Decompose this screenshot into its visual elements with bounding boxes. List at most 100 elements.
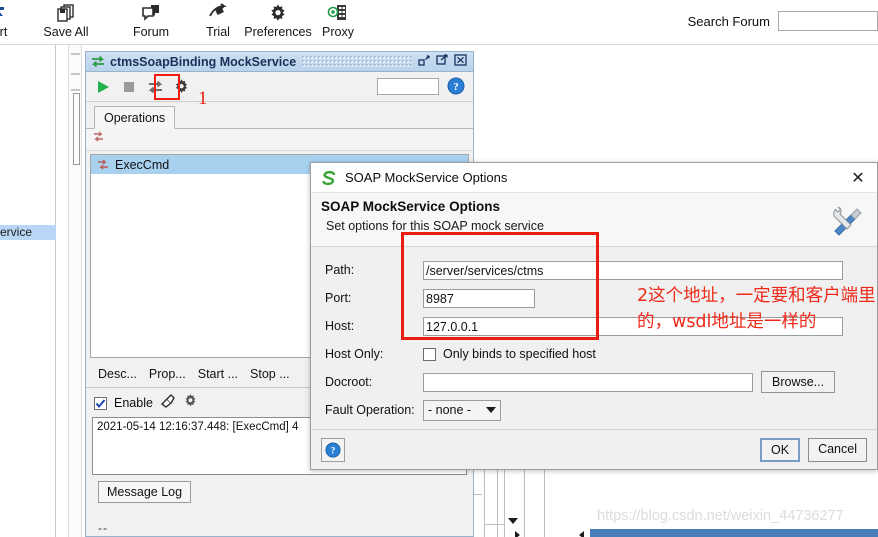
bg-selected-strip — [590, 529, 878, 537]
banner-title: SOAP MockService Options — [321, 199, 501, 214]
bg-hairline — [484, 470, 485, 537]
toolbar-label-save-all: Save All — [43, 25, 89, 39]
stop-button[interactable]: Stop ... — [250, 367, 290, 381]
gear-icon — [268, 2, 288, 24]
maximize-icon[interactable] — [436, 54, 449, 69]
dialog-banner: SOAP MockService Options Set options for… — [311, 193, 877, 247]
port-input[interactable]: 8987 — [423, 288, 535, 308]
toolbar-label-proxy: Proxy — [322, 25, 354, 39]
scroll-tick — [71, 73, 80, 75]
start-button[interactable]: Start ... — [198, 367, 238, 381]
field-row-port: Port: 8987 — [325, 285, 863, 311]
proxy-icon — [327, 2, 349, 24]
bg-hairline — [484, 524, 504, 525]
help-icon[interactable]: ? — [321, 437, 345, 462]
path-input[interactable]: /server/services/ctms — [423, 260, 843, 280]
docroot-input[interactable] — [423, 372, 753, 392]
log-settings-gear-icon[interactable] — [183, 393, 198, 413]
navigator-selected-item[interactable]: ckService — [0, 225, 56, 240]
toolbar-button-forum[interactable]: Forum — [113, 2, 189, 42]
main-toolbar: ort Save All Forum — [0, 0, 878, 44]
navigator-scrollbar[interactable] — [68, 45, 82, 537]
dialog-footer: ? OK Cancel — [311, 429, 877, 469]
annotation-callout-1: 1 — [198, 88, 208, 109]
toolbar-button-save-all[interactable]: Save All — [28, 2, 104, 42]
docroot-label: Docroot: — [325, 375, 373, 389]
watermark: https://blog.csdn.net/weixin_44736277 — [597, 508, 844, 524]
tab-operations-label: Operations — [104, 110, 166, 125]
mockservice-title-bar[interactable]: ctmsSoapBinding MockService — [86, 52, 473, 72]
svg-text:?: ? — [331, 445, 336, 456]
fault-operation-label: Fault Operation: — [325, 403, 415, 417]
operation-label: ExecCmd — [115, 157, 170, 172]
scroll-down-arrow-icon[interactable] — [508, 518, 518, 524]
operations-toolbar — [86, 129, 473, 151]
port-label: Port: — [325, 291, 352, 305]
tools-icon — [827, 201, 865, 239]
toolbar-label-import: ort — [0, 25, 8, 39]
scroll-right-arrow-icon[interactable] — [515, 531, 520, 537]
field-row-docroot: Docroot: Browse... — [325, 369, 863, 395]
tab-message-log[interactable]: Message Log — [98, 481, 192, 503]
mockservice-toolbar: ? — [86, 72, 473, 102]
bg-hairline — [497, 470, 498, 537]
chevron-down-icon — [486, 407, 496, 413]
dialog-body: Path: /server/services/ctms Port: 8987 H… — [311, 247, 877, 429]
cancel-button[interactable]: Cancel — [808, 437, 867, 462]
prop-button[interactable]: Prop... — [149, 367, 186, 381]
window-controls — [418, 54, 467, 69]
ok-button[interactable]: OK — [760, 437, 801, 462]
fault-operation-select[interactable]: - none - — [423, 399, 501, 421]
path-label: Path: — [325, 263, 355, 277]
bg-hairline — [524, 470, 525, 537]
close-icon[interactable]: ✕ — [847, 167, 869, 189]
host-only-checkbox[interactable] — [423, 347, 436, 361]
navigator-panel: ckService — [0, 45, 56, 537]
close-icon[interactable] — [454, 54, 467, 69]
field-row-host-only: Host Only: Only binds to specified host — [325, 341, 863, 367]
soap-mockservice-options-dialog: SOAP MockService Options ✕ SOAP MockServ… — [310, 162, 878, 470]
operation-icon — [96, 158, 111, 171]
clear-log-icon[interactable] — [160, 393, 176, 413]
scrollbar-thumb[interactable] — [73, 93, 80, 165]
browse-button[interactable]: Browse... — [761, 371, 836, 393]
scroll-tick — [71, 53, 80, 55]
tab-operations[interactable]: Operations — [94, 106, 176, 129]
desc-button[interactable]: Desc... — [98, 367, 137, 381]
field-row-host: Host: 127.0.0.1 — [325, 313, 863, 339]
mockservice-toolbar-field[interactable] — [377, 78, 439, 95]
enable-label: Enable — [114, 396, 153, 410]
host-only-checkbox-label: Only binds to specified host — [443, 347, 596, 361]
scroll-tick — [71, 89, 80, 91]
field-row-fault-operation: Fault Operation: - none - — [325, 397, 863, 423]
soapui-icon — [320, 169, 338, 187]
message-log-tabstrip: Message Log — [86, 481, 473, 503]
run-icon[interactable] — [91, 75, 115, 99]
save-all-icon — [55, 2, 77, 24]
stop-icon[interactable] — [117, 75, 141, 99]
tabstrip: Operations — [86, 106, 473, 129]
dialog-buttons: OK Cancel — [760, 437, 867, 462]
host-input[interactable]: 127.0.0.1 — [423, 316, 843, 336]
enable-checkbox[interactable] — [94, 396, 107, 410]
import-icon — [0, 2, 10, 24]
search-forum-input[interactable] — [778, 11, 878, 31]
toolbar-button-proxy[interactable]: Proxy — [300, 2, 376, 42]
annotation-highlight-gear — [154, 74, 180, 100]
mockservice-title: ctmsSoapBinding MockService — [110, 54, 297, 69]
help-icon[interactable]: ? — [447, 77, 465, 95]
host-only-label: Host Only: — [325, 347, 384, 361]
host-label: Host: — [325, 319, 355, 333]
status-dashes: -- — [98, 521, 108, 535]
refresh-operations-icon[interactable] — [91, 130, 106, 149]
bg-hairline — [504, 470, 505, 537]
search-forum-label: Search Forum — [687, 14, 770, 29]
screenshot-root: ort Save All Forum — [0, 0, 878, 537]
toolbar-label-forum: Forum — [132, 25, 170, 39]
field-row-path: Path: /server/services/ctms — [325, 257, 863, 283]
title-grip — [302, 56, 412, 67]
minimize-icon[interactable] — [418, 54, 431, 69]
dialog-title-bar[interactable]: SOAP MockService Options ✕ — [311, 163, 877, 193]
scroll-left-arrow-icon[interactable] — [579, 531, 584, 537]
banner-subtitle: Set options for this SOAP mock service — [326, 219, 544, 233]
